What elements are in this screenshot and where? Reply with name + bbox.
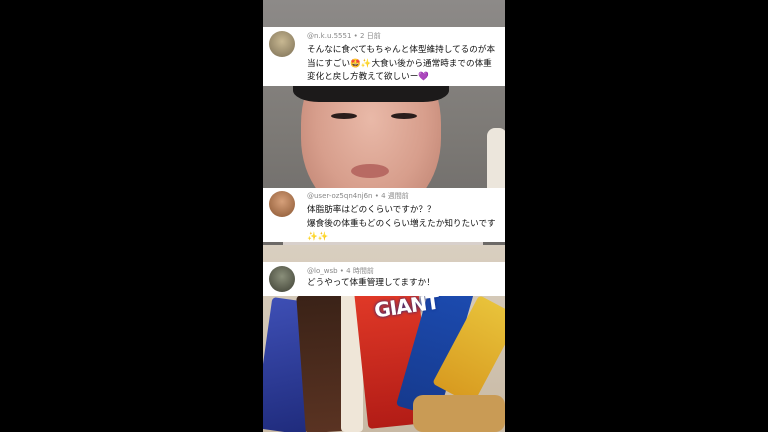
mouth (351, 164, 389, 178)
comment-card[interactable]: @n.k.u.5551 • 2 日前 そんなに食べてもちゃんと体型維持してるのが… (263, 27, 505, 86)
avatar[interactable] (269, 191, 295, 217)
avatar[interactable] (269, 266, 295, 292)
comment-text: 体脂肪率はどのくらいですか？？ 爆食後の体重もどのくらい増えたか知りたいです✨✨ (307, 205, 496, 242)
comment-meta: @user-oz5qn4nj6n • 4 週間前 (307, 192, 409, 200)
comment-card[interactable]: @user-oz5qn4nj6n • 4 週間前 体脂肪率はどのくらいですか？？… (263, 188, 505, 242)
comment-text: どうやって体重管理してますか！ (307, 278, 435, 288)
comment-username[interactable]: @lo_wsb (307, 267, 338, 275)
comment-time: 4 週間前 (381, 192, 409, 200)
right-eye (391, 113, 417, 119)
product-label: GIANT (372, 289, 441, 323)
comment-username[interactable]: @n.k.u.5551 (307, 32, 351, 40)
comment-text: そんなに食べてもちゃんと体型維持してるのが本当にすごい🤩✨大食い後から通常時まで… (307, 45, 496, 82)
comment-card[interactable]: @lo_wsb • 4 時間前 どうやって体重管理してますか！ (263, 262, 505, 296)
avatar[interactable] (269, 31, 295, 57)
comment-time: 2 日前 (360, 32, 381, 40)
comment-meta: @lo_wsb • 4 時間前 (307, 267, 374, 275)
comment-time: 4 時間前 (346, 267, 374, 275)
comment-meta: @n.k.u.5551 • 2 日前 (307, 32, 381, 40)
comment-username[interactable]: @user-oz5qn4nj6n (307, 192, 373, 200)
ice-cream-cone (413, 395, 505, 432)
left-eye (331, 113, 357, 119)
